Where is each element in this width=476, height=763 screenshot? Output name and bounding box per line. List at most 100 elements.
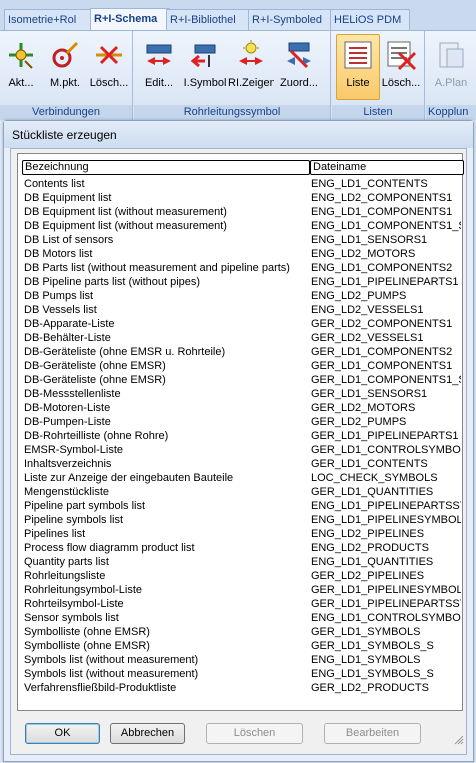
mpkt-button[interactable]: M.pkt.	[44, 35, 86, 97]
list-item-dateiname: ENG_LD1_SYMBOLS	[311, 654, 421, 666]
group-rohrleitungssymbol: Edit... I.Symbol RI.Zeigen Zuord... Rohr…	[134, 31, 331, 121]
liste-label: Liste	[346, 77, 370, 89]
list-item[interactable]: EMSR-Symbol-Liste GER_LD1_CONTROLSYMBOLS	[24, 443, 461, 457]
list-item[interactable]: DB-Messstellenliste GER_LD1_SENSORS1	[24, 387, 458, 401]
list-item-bezeichnung: Verfahrensfließbild-Produktliste	[24, 682, 177, 694]
list-item[interactable]: DB List of sensors ENG_LD1_SENSORS1	[24, 233, 458, 247]
list-item-dateiname: GER_LD1_PIPELINEPARTS1	[311, 430, 459, 442]
list-item[interactable]: DB Parts list (without measurement and p…	[24, 261, 458, 275]
list-item[interactable]: DB Equipment list ENG_LD2_COMPONENTS1	[24, 191, 458, 205]
list-item[interactable]: Liste zur Anzeige der eingebauten Bautei…	[24, 471, 458, 485]
list-item[interactable]: Pipeline symbols list ENG_LD1_PIPELINESYM…	[24, 513, 461, 527]
list-item-dateiname: GER_LD1_SYMBOLS_S	[311, 640, 434, 652]
list-item-bezeichnung: DB Motors list	[24, 248, 93, 260]
list-item-dateiname: ENG_LD2_PRODUCTS	[311, 542, 429, 554]
cancel-button[interactable]: Abbrechen	[110, 723, 185, 744]
tab-helios-pdm[interactable]: HELiOS PDM	[330, 9, 410, 30]
list-item-dateiname: ENG_LD1_COMPONENTS2	[311, 262, 453, 274]
list-item-dateiname: ENG_LD1_QUANTITIES	[311, 556, 434, 568]
list-item[interactable]: DB-Apparate-Liste GER_LD2_COMPONENTS1	[24, 317, 458, 331]
aplan-label: A.Plan	[434, 77, 468, 89]
list-item[interactable]: Symbolliste (ohne EMSR) GER_LD1_SYMBOLS_S	[24, 639, 458, 653]
list-item-bezeichnung: DB-Behälter-Liste	[24, 332, 111, 344]
list-item-bezeichnung: Symbols list (without measurement)	[24, 654, 199, 666]
column-header-bezeichnung[interactable]: Bezeichnung	[22, 160, 310, 175]
list-item[interactable]: DB-Geräteliste (ohne EMSR) GER_LD1_COMPON…	[24, 359, 458, 373]
list-item[interactable]: Rohrteilsymbol-Liste GER_LD1_PIPELINEPART…	[24, 597, 461, 611]
list-item[interactable]: Symbols list (without measurement) ENG_LD…	[24, 653, 458, 667]
list-item-bezeichnung: DB Equipment list (without measurement)	[24, 206, 227, 218]
plan-icon	[439, 42, 464, 68]
list-item-bezeichnung: Contents list	[24, 178, 85, 190]
list-item-dateiname: ENG_LD1_CONTROLSYMBOLS	[311, 612, 461, 624]
list-item-dateiname: GER_LD2_PIPELINES	[311, 570, 425, 582]
akt-button[interactable]: Akt...	[0, 35, 42, 97]
list-item[interactable]: DB-Geräteliste (ohne EMSR) GER_LD1_COMPON…	[24, 373, 461, 387]
list-item-dateiname: GER_LD1_CONTROLSYMBOLS	[311, 444, 461, 456]
list-item[interactable]: DB-Rohrteilliste (ohne Rohre) GER_LD1_PIP…	[24, 429, 459, 443]
resize-grip-icon[interactable]	[454, 735, 464, 745]
rizeigen-button[interactable]: RI.Zeigen	[228, 35, 274, 97]
list-item-dateiname: ENG_LD1_PIPELINESYMBOLS	[311, 514, 461, 526]
list-item[interactable]: DB Motors list ENG_LD2_MOTORS	[24, 247, 458, 261]
list-item-bezeichnung: DB Pumps list	[24, 290, 94, 302]
mpkt-label: M.pkt.	[50, 77, 80, 89]
tab-ri-schema[interactable]: R+I-Schema	[90, 8, 170, 31]
list-item[interactable]: Mengenstückliste GER_LD1_QUANTITIES	[24, 485, 458, 499]
edit-button[interactable]: Bearbeiten	[324, 723, 421, 744]
list-item[interactable]: Contents list ENG_LD1_CONTENTS	[24, 177, 458, 191]
list-item[interactable]: Pipelines list ENG_LD2_PIPELINES	[24, 527, 458, 541]
list-item-dateiname: ENG_LD2_PUMPS	[311, 290, 407, 302]
tab-isometrie[interactable]: Isometrie+Rol	[4, 9, 94, 30]
group-label-verbindungen: Verbindungen	[0, 105, 132, 120]
group-kopplung: A.Plan Kopplun	[426, 31, 476, 121]
list-item[interactable]: Inhaltsverzeichnis GER_LD1_CONTENTS	[24, 457, 458, 471]
list-item[interactable]: Rohrleitungsliste GER_LD2_PIPELINES	[24, 569, 458, 583]
tab-ri-symboleditor[interactable]: R+I-Symboled	[248, 9, 334, 30]
list-view[interactable]: Bezeichnung Dateiname Contents list ENG_L…	[17, 153, 464, 711]
tab-ri-bibliothek[interactable]: R+I-Bibliothel	[166, 9, 252, 30]
list-item-dateiname: GER_LD1_COMPONENTS1	[311, 360, 453, 372]
list-item[interactable]: Rohrleitungsymbol-Liste GER_LD1_PIPELINES…	[24, 583, 461, 597]
liste-button[interactable]: Liste	[336, 34, 380, 100]
ok-button[interactable]: OK	[25, 723, 100, 744]
list-item-dateiname: GER_LD2_VESSELS1	[311, 332, 424, 344]
list-item[interactable]: DB-Motoren-Liste GER_LD2_MOTORS	[24, 401, 458, 415]
loesch-list-button[interactable]: Lösch...	[380, 35, 422, 97]
list-item[interactable]: DB-Behälter-Liste GER_LD2_VESSELS1	[24, 331, 458, 345]
list-item[interactable]: DB Equipment list (without measurement) E…	[24, 219, 461, 233]
isymbol-button[interactable]: I.Symbol	[184, 35, 226, 97]
dialog-titlebar[interactable]: Stückliste erzeugen	[4, 121, 473, 148]
list-item-bezeichnung: DB List of sensors	[24, 234, 114, 246]
list-item[interactable]: DB-Geräteliste (ohne EMSR u. Rohrteile) G…	[24, 345, 458, 359]
list-item[interactable]: Symbolliste (ohne EMSR) GER_LD1_SYMBOLS	[24, 625, 458, 639]
list-item[interactable]: DB Vessels list ENG_LD2_VESSELS1	[24, 303, 458, 317]
loesch-connection-button[interactable]: Lösch...	[88, 35, 130, 97]
list-item[interactable]: DB Pumps list ENG_LD2_PUMPS	[24, 289, 458, 303]
group-label-kopplung: Kopplun	[426, 105, 476, 120]
zuord-button[interactable]: Zuord...	[278, 35, 320, 97]
list-item-dateiname: GER_LD2_COMPONENTS1	[311, 318, 453, 330]
list-item-bezeichnung: Mengenstückliste	[24, 486, 109, 498]
list-item-bezeichnung: DB Vessels list	[24, 304, 97, 316]
list-item-bezeichnung: Rohrleitungsliste	[24, 570, 106, 582]
isymbol-label: I.Symbol	[183, 77, 227, 89]
list-item[interactable]: Symbols list (without measurement) ENG_LD…	[24, 667, 458, 681]
list-item-dateiname: ENG_LD2_PIPELINES	[311, 528, 425, 540]
list-item-bezeichnung: Rohrleitungsymbol-Liste	[24, 584, 142, 596]
list-item[interactable]: DB Pipeline parts list (without pipes) EN…	[24, 275, 459, 289]
parts-list-icon	[344, 41, 372, 69]
delete-button[interactable]: Löschen	[206, 723, 303, 744]
list-item-bezeichnung: DB-Geräteliste (ohne EMSR)	[24, 360, 166, 372]
column-header-dateiname[interactable]: Dateiname	[310, 160, 464, 175]
aplan-button[interactable]: A.Plan	[430, 35, 472, 97]
list-item-dateiname: GER_LD2_PRODUCTS	[311, 682, 429, 694]
edit-symbol-button[interactable]: Edit...	[138, 35, 180, 97]
list-item[interactable]: Sensor symbols list ENG_LD1_CONTROLSYMBOL…	[24, 611, 461, 625]
list-item[interactable]: DB Equipment list (without measurement) E…	[24, 205, 458, 219]
list-item[interactable]: Quantity parts list ENG_LD1_QUANTITIES	[24, 555, 458, 569]
list-item[interactable]: Verfahrensfließbild-Produktliste GER_LD2_…	[24, 681, 458, 695]
list-item[interactable]: Process flow diagramm product list ENG_LD…	[24, 541, 458, 555]
list-item[interactable]: Pipeline part symbols list ENG_LD1_PIPELI…	[24, 499, 461, 513]
list-item[interactable]: DB-Pumpen-Liste GER_LD2_PUMPS	[24, 415, 458, 429]
